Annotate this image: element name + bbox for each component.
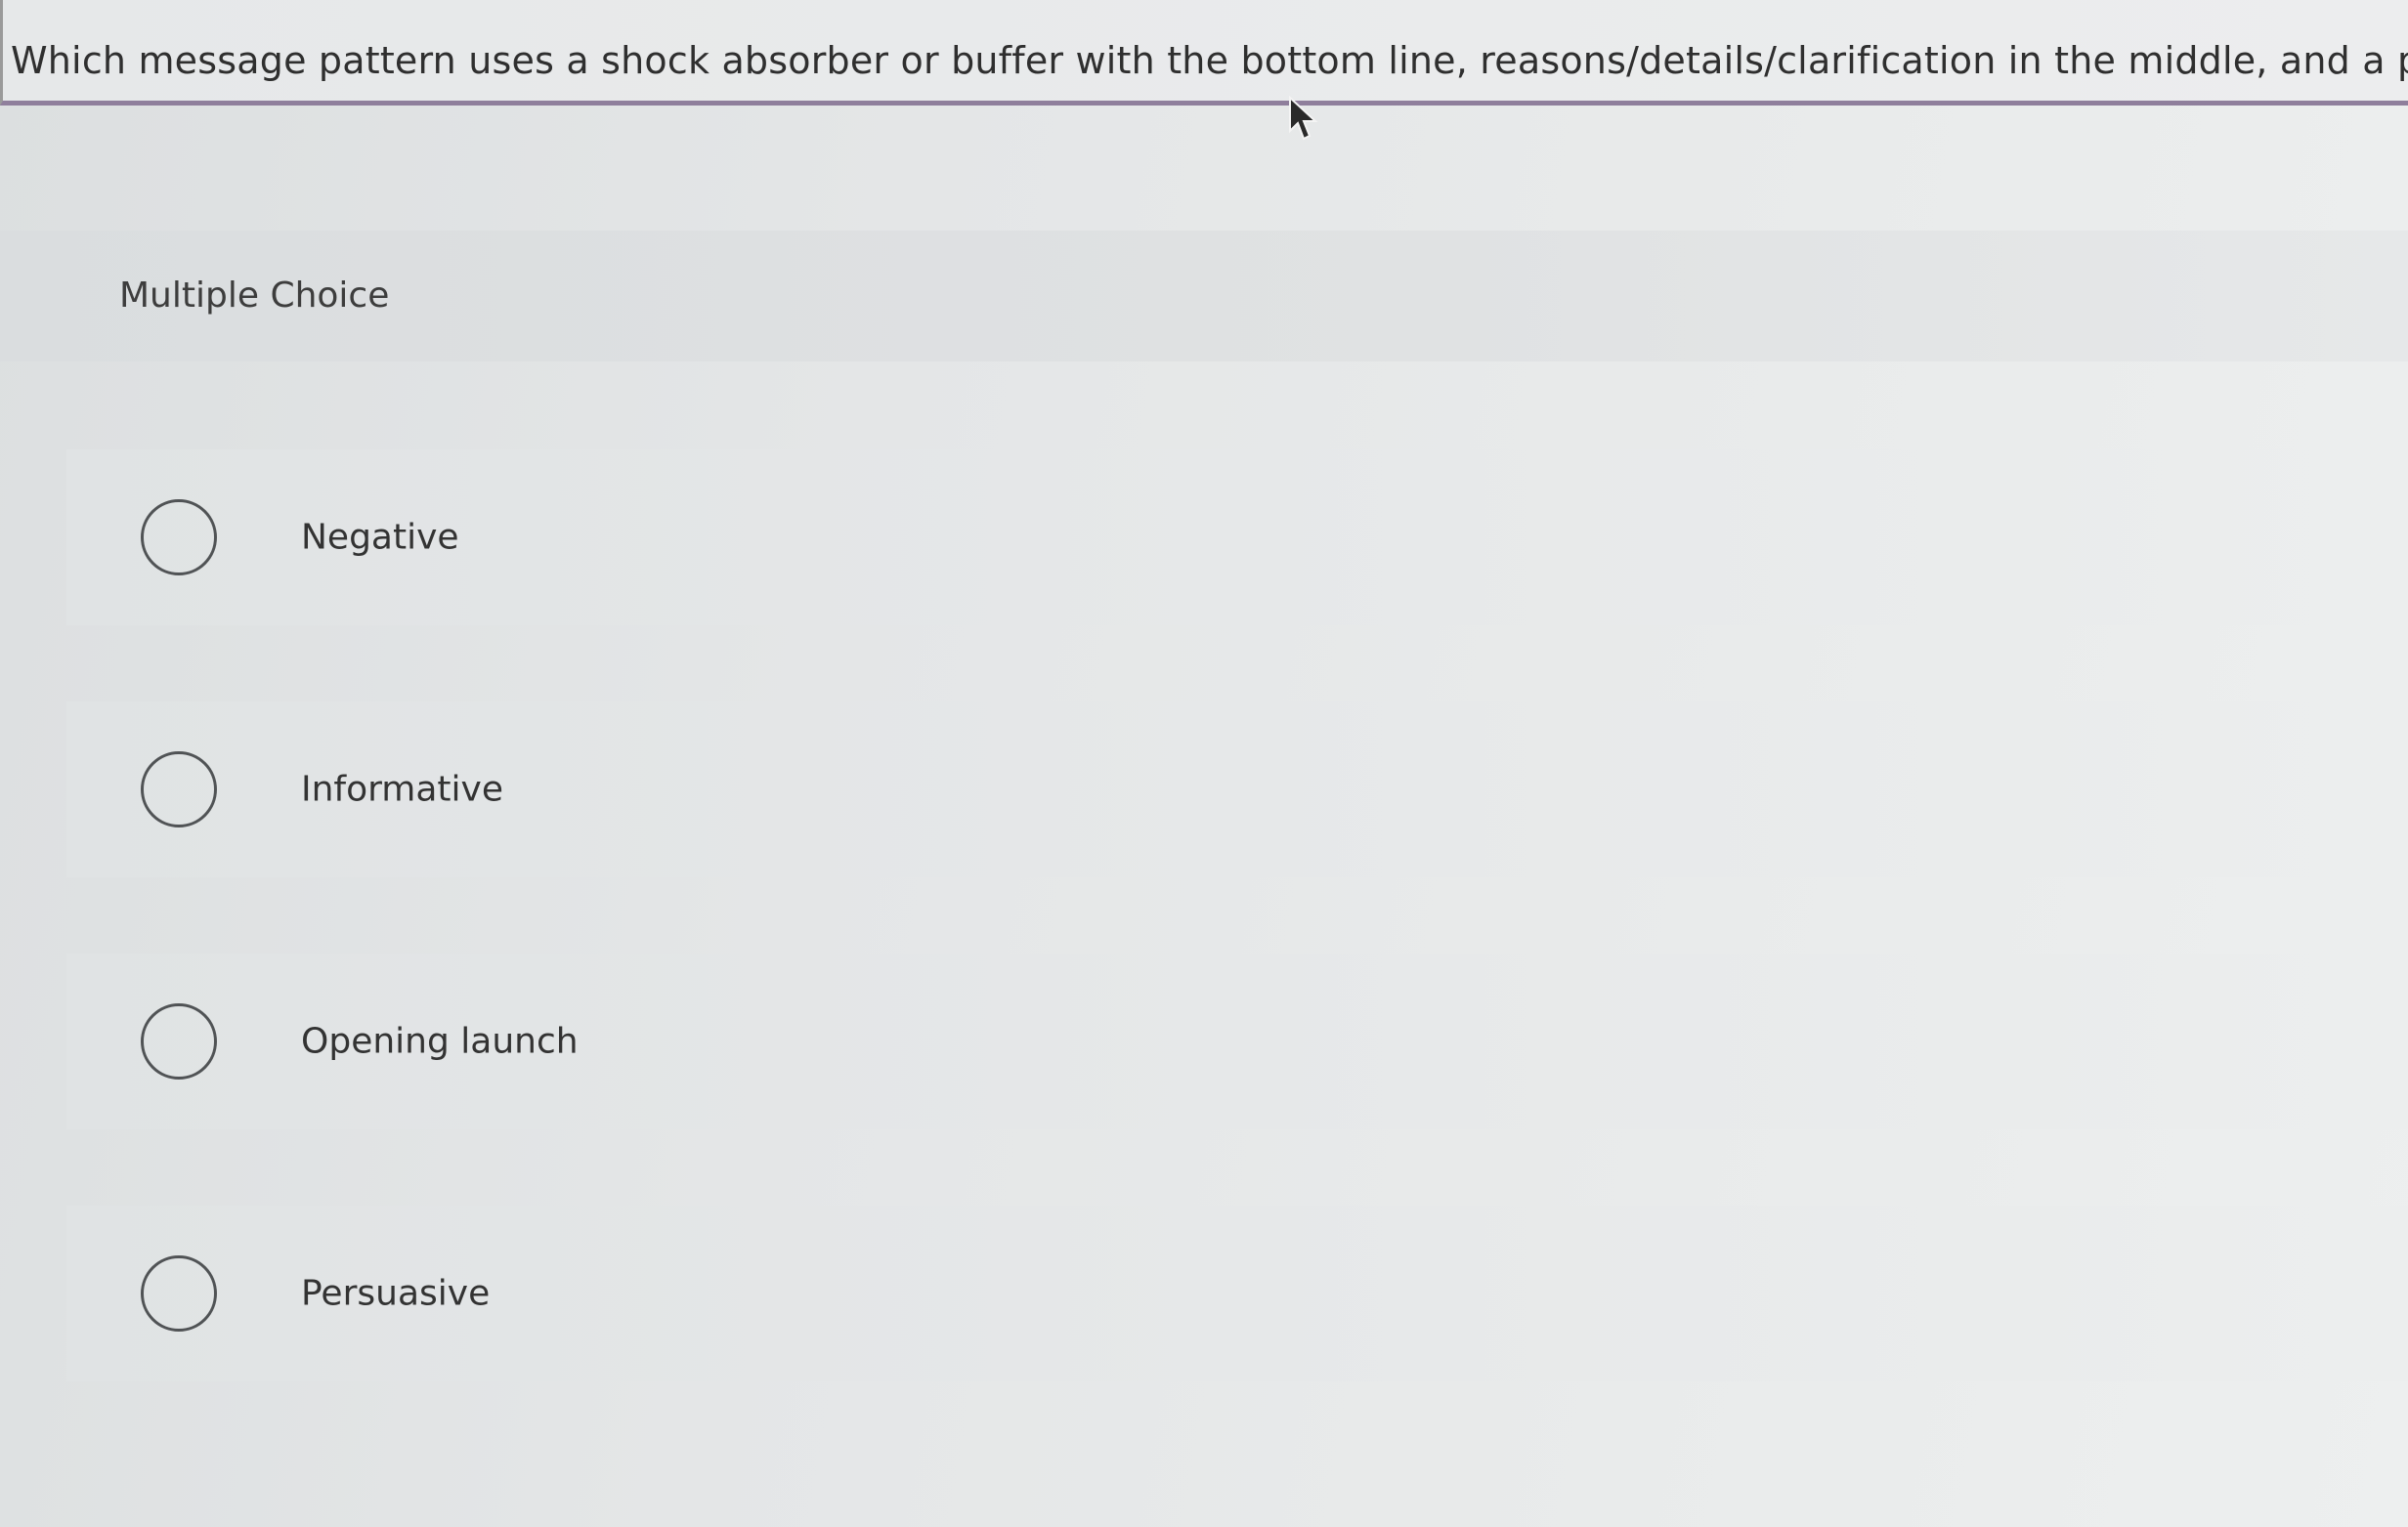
option-label[interactable]: Informative bbox=[301, 770, 503, 810]
option-label[interactable]: Opening launch bbox=[301, 1022, 579, 1062]
radio-button[interactable] bbox=[141, 751, 217, 827]
quiz-page: Which message pattern uses a shock absor… bbox=[0, 0, 2408, 1527]
radio-button[interactable] bbox=[141, 1003, 217, 1080]
option-label[interactable]: Persuasive bbox=[301, 1274, 490, 1314]
mouse-pointer-icon bbox=[1289, 96, 1318, 141]
answer-option-persuasive[interactable]: Persuasive bbox=[66, 1206, 2408, 1381]
answer-option-negative[interactable]: Negative bbox=[66, 449, 2408, 625]
option-label[interactable]: Negative bbox=[301, 518, 459, 558]
radio-button[interactable] bbox=[141, 499, 217, 575]
question-header: Which message pattern uses a shock absor… bbox=[0, 0, 2408, 106]
answer-option-informative[interactable]: Informative bbox=[66, 701, 2408, 877]
answer-option-opening-launch[interactable]: Opening launch bbox=[66, 954, 2408, 1129]
question-text: Which message pattern uses a shock absor… bbox=[11, 39, 2408, 82]
question-type-label: Multiple Choice bbox=[119, 276, 390, 316]
radio-button[interactable] bbox=[141, 1255, 217, 1332]
